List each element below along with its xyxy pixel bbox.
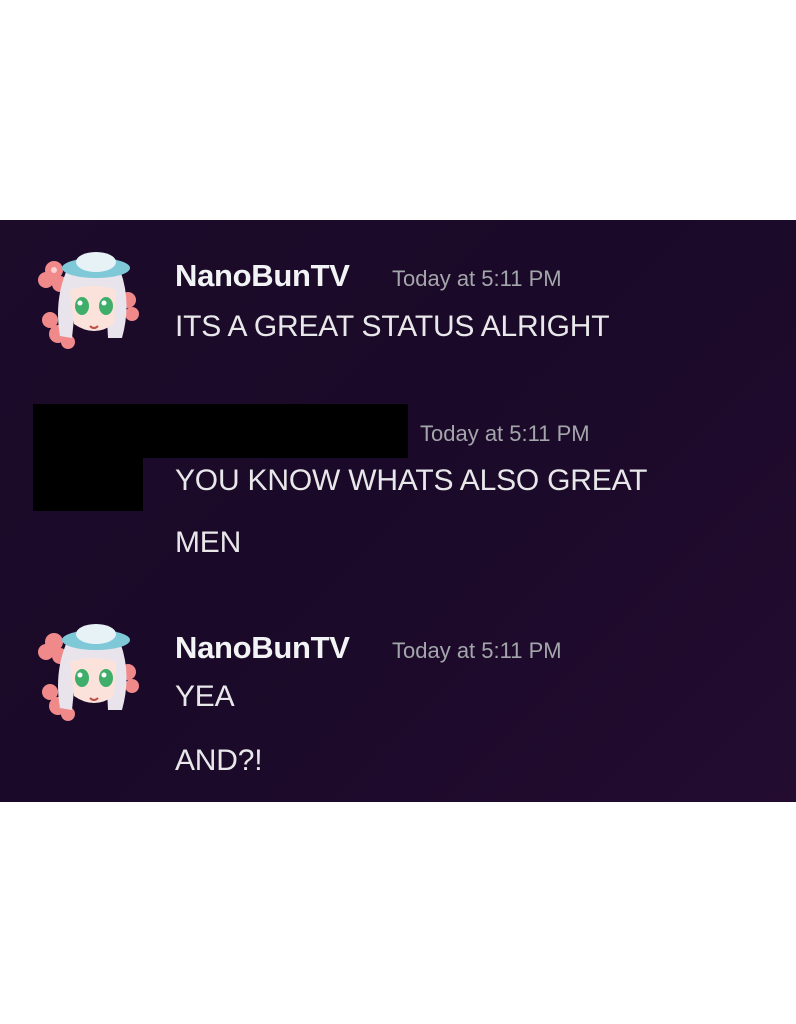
redacted-avatar-block [33,404,143,511]
message-timestamp: Today at 5:11 PM [392,638,562,663]
anime-avatar-icon[interactable] [36,242,144,350]
chat-message-list: NanoBunTV Today at 5:11 PM ITS A GREAT S… [0,220,796,802]
message-author[interactable]: NanoBunTV [175,630,350,666]
message-text: YOU KNOW WHATS ALSO GREAT [175,464,648,497]
message-text: MEN [175,526,242,559]
message-timestamp: Today at 5:11 PM [420,421,590,446]
message-text: YEA [175,680,235,713]
message-author[interactable]: NanoBunTV [175,258,350,294]
message-text: AND?! [175,744,263,777]
message-text: ITS A GREAT STATUS ALRIGHT [175,310,610,343]
anime-avatar-icon[interactable] [36,614,144,722]
message-timestamp: Today at 5:11 PM [392,266,562,291]
